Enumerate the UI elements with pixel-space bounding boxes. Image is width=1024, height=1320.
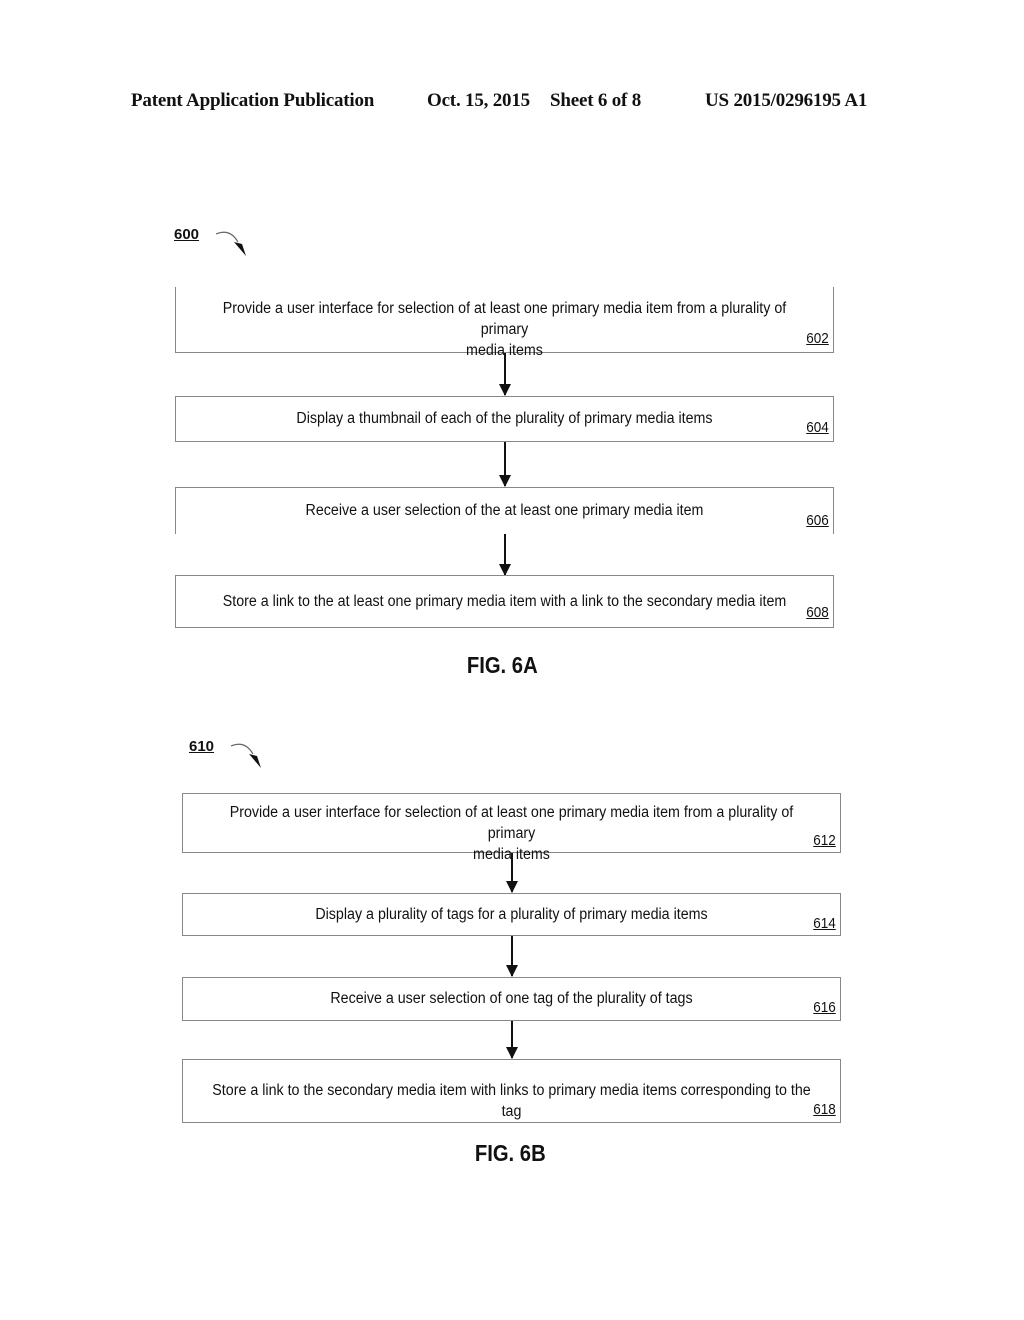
step-number: 608 xyxy=(806,604,829,621)
figure-reference-600: 600 xyxy=(174,226,200,243)
flow-step-616: Receive a user selection of one tag of t… xyxy=(182,977,841,1021)
step-number: 612 xyxy=(813,832,836,849)
figure-reference-610: 610 xyxy=(189,738,215,755)
step-number: 604 xyxy=(806,419,829,436)
patent-number: US 2015/0296195 A1 xyxy=(705,90,868,111)
publication-date: Oct. 15, 2015 xyxy=(427,90,530,111)
flow-step-612: Provide a user interface for selection o… xyxy=(182,793,841,863)
step-text: Provide a user interface for selection o… xyxy=(222,300,787,359)
figure-caption-6b: FIG. 6B xyxy=(474,1140,546,1166)
step-number: 614 xyxy=(813,915,836,932)
flow-step-606: Receive a user selection of the at least… xyxy=(175,487,834,534)
flow-step-618: Store a link to the secondary media item… xyxy=(182,1059,841,1123)
flow-step-614: Display a plurality of tags for a plural… xyxy=(182,893,841,936)
reference-arrow-icon xyxy=(230,743,261,768)
sheet-number: Sheet 6 of 8 xyxy=(550,90,642,111)
flow-step-608: Store a link to the at least one primary… xyxy=(175,575,834,628)
flow-arrow xyxy=(499,442,511,487)
flow-step-602: Provide a user interface for selection o… xyxy=(175,287,834,359)
step-number: 602 xyxy=(806,330,829,347)
flow-arrow xyxy=(506,1021,518,1059)
step-text: Receive a user selection of the at least… xyxy=(305,502,704,519)
step-text: Store a link to the at least one primary… xyxy=(222,593,787,610)
step-text: Display a thumbnail of each of the plura… xyxy=(296,410,713,427)
flow-step-604: Display a thumbnail of each of the plura… xyxy=(175,396,834,442)
flow-arrow xyxy=(499,353,511,396)
step-text: Display a plurality of tags for a plural… xyxy=(315,906,708,923)
flow-arrow xyxy=(506,936,518,977)
step-number: 616 xyxy=(813,999,836,1016)
flow-arrow xyxy=(499,534,511,576)
step-number: 606 xyxy=(806,512,829,529)
step-number: 618 xyxy=(813,1101,836,1118)
publication-label: Patent Application Publication xyxy=(131,90,375,111)
step-text: Store a link to the secondary media item… xyxy=(212,1082,811,1120)
reference-arrow-icon xyxy=(215,231,246,256)
step-text: Receive a user selection of one tag of t… xyxy=(330,990,693,1007)
flow-arrow xyxy=(506,853,518,893)
figure-caption-6a: FIG. 6A xyxy=(466,652,538,678)
